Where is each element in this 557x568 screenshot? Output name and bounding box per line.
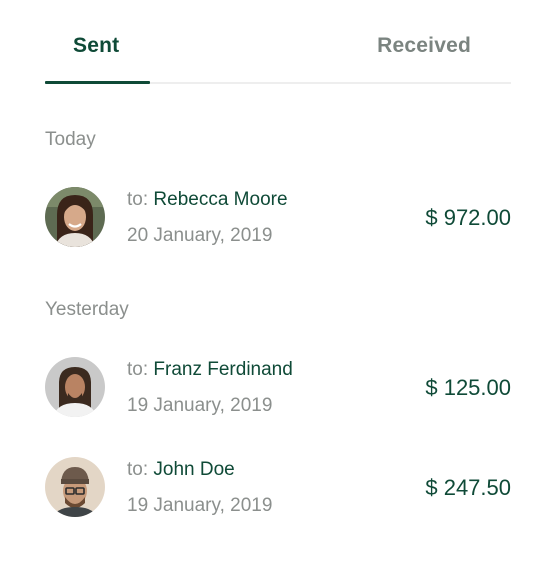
woman-long-hair-avatar-icon — [45, 187, 105, 247]
transaction-date: 19 January, 2019 — [127, 395, 273, 416]
to-label: to: — [127, 189, 149, 210]
tab-sent[interactable]: Sent — [73, 34, 119, 58]
transaction-amount: $ 972.00 — [425, 205, 511, 230]
man-beanie-glasses-avatar-icon — [45, 457, 105, 517]
recipient-name: Rebecca Moore — [153, 189, 288, 210]
tab-received[interactable]: Received — [377, 34, 471, 58]
transaction-row[interactable]: to: John Doe 19 January, 2019 $ 247.50 — [45, 457, 511, 519]
recipient: to: Rebecca Moore — [127, 189, 288, 211]
to-label: to: — [127, 459, 149, 480]
transaction-row[interactable]: to: Rebecca Moore 20 January, 2019 $ 972… — [45, 187, 511, 249]
to-label: to: — [127, 359, 149, 380]
section-label-today: Today — [45, 129, 96, 150]
section-label-yesterday: Yesterday — [45, 299, 129, 320]
avatar — [45, 187, 105, 247]
transaction-row[interactable]: to: Franz Ferdinand 19 January, 2019 $ 1… — [45, 357, 511, 419]
transaction-amount: $ 247.50 — [425, 475, 511, 500]
transaction-date: 20 January, 2019 — [127, 225, 273, 246]
transaction-date: 19 January, 2019 — [127, 495, 273, 516]
man-dreadlocks-avatar-icon — [45, 357, 105, 417]
recipient-name: John Doe — [153, 459, 235, 480]
transaction-amount: $ 125.00 — [425, 375, 511, 400]
recipient-name: Franz Ferdinand — [153, 359, 293, 380]
avatar — [45, 457, 105, 517]
tab-bar: Sent Received — [45, 0, 511, 84]
active-tab-indicator — [45, 81, 150, 84]
recipient: to: John Doe — [127, 459, 235, 481]
recipient: to: Franz Ferdinand — [127, 359, 293, 381]
avatar — [45, 357, 105, 417]
